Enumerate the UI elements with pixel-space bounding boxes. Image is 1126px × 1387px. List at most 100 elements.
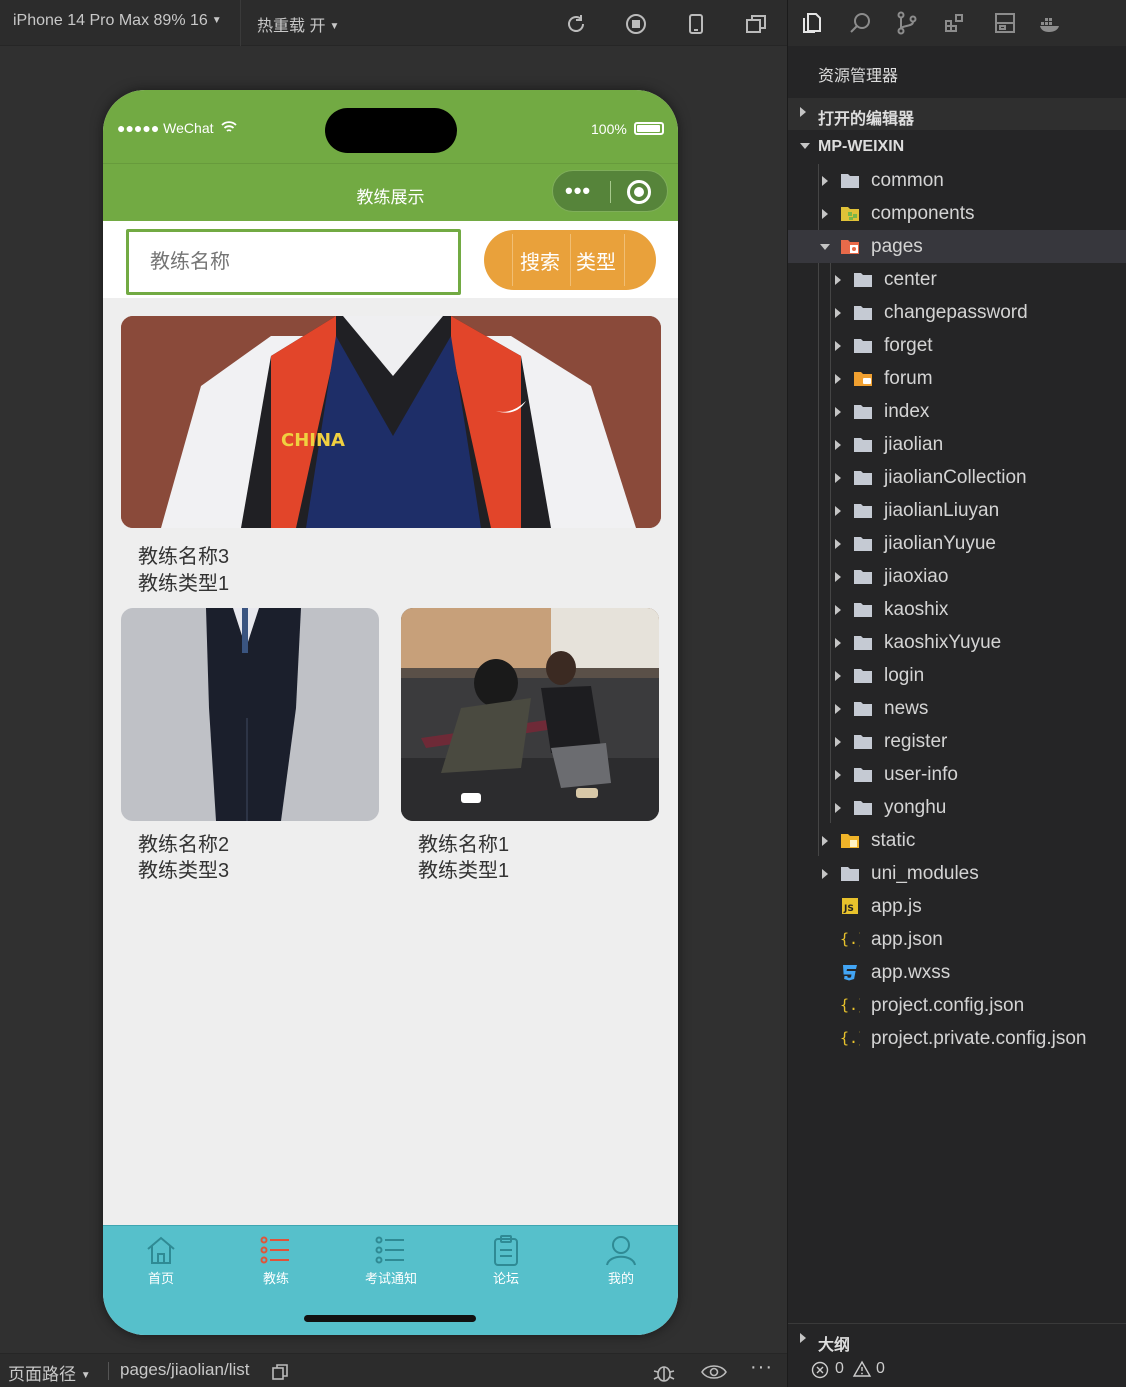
explorer-title: 资源管理器 [818,68,899,85]
files-icon[interactable] [800,11,824,35]
list-icon [260,1236,289,1264]
hot-reload-toggle[interactable]: 热重载 开 ▼ [257,12,339,36]
tab-label: 考试通知 [364,1271,417,1286]
coach-name: 教练名称2 [138,834,230,856]
tree-item-components[interactable]: components [788,197,1126,230]
tree-item-app-json[interactable]: {.} app.json [788,923,1126,956]
eye-icon[interactable] [701,1363,727,1381]
home-indicator [304,1315,476,1322]
tree-item-yonghu[interactable]: yonghu [788,791,1126,824]
tree-item-jiaolian[interactable]: jiaolian [788,428,1126,461]
search-icon[interactable] [848,11,872,35]
hot-reload-label: 热重载 开 [257,18,326,35]
tree-item-label: yonghu [884,797,947,818]
tab-label: 我的 [607,1271,634,1286]
folder-icon [854,471,872,485]
chevron-right-icon [822,176,828,186]
tab-exam-notice[interactable]: 考试通知 [346,1234,436,1294]
phone-frame: ●●●●● WeChat 100% 教练展示 ••• 搜索 类型 [103,90,678,1335]
tree-item-uni-modules[interactable]: uni_modules [788,857,1126,890]
stop-icon[interactable] [625,13,647,35]
copy-icon[interactable] [271,1363,289,1381]
tree-item-jiaoxiao[interactable]: jiaoxiao [788,560,1126,593]
tree-item-changepassword[interactable]: changepassword [788,296,1126,329]
more-icon[interactable]: ••• [565,180,591,202]
tree-item-project-private-config-json[interactable]: {.} project.private.config.json [788,1022,1126,1055]
folder-icon [854,669,872,683]
open-editors-section[interactable]: 打开的编辑器 [788,98,1126,130]
divider [624,234,625,286]
more-icon[interactable]: ··· [750,1356,773,1379]
search-type-button[interactable]: 搜索 类型 [484,230,656,290]
chevron-right-icon [835,407,841,417]
tree-item-app-js[interactable]: JS app.js [788,890,1126,923]
phone-icon[interactable] [685,13,707,35]
tree-item-kaoshixyuyue[interactable]: kaoshixYuyue [788,626,1126,659]
coach-card[interactable]: CHINA 教练名称3 教练类型1 [121,316,661,596]
docker-icon[interactable] [1038,11,1062,35]
tab-mine[interactable]: 我的 [576,1234,666,1294]
tree-item-index[interactable]: index [788,395,1126,428]
device-selector[interactable]: iPhone 14 Pro Max 89% 16 ▼ [13,12,222,30]
chevron-right-icon [800,1333,806,1343]
explorer-panel: 资源管理器 打开的编辑器 MP-WEIXIN common components p… [787,0,1126,1387]
tree-item-jiaolianyuyue[interactable]: jiaolianYuyue [788,527,1126,560]
tree-item-news[interactable]: news [788,692,1126,725]
storage-icon[interactable] [993,11,1017,35]
tab-forum[interactable]: 论坛 [461,1234,551,1294]
type-button-label[interactable]: 类型 [576,246,616,275]
warning-icon [852,1360,872,1377]
tree-item-jiaoliancollection[interactable]: jiaolianCollection [788,461,1126,494]
tree-item-label: common [871,170,944,191]
tree-item-login[interactable]: login [788,659,1126,692]
search-input[interactable] [126,229,461,295]
tree-item-user-info[interactable]: user-info [788,758,1126,791]
outline-section[interactable]: 大纲 [788,1323,1126,1355]
tree-item-common[interactable]: common [788,164,1126,197]
close-target-icon[interactable] [627,180,651,204]
page-path-dropdown[interactable]: 页面路径 ▼ [8,1360,91,1385]
refresh-icon[interactable] [565,13,587,35]
tab-home[interactable]: 首页 [116,1234,206,1294]
chevron-right-icon [835,638,841,648]
tree-item-jiaolianliuyan[interactable]: jiaolianLiuyan [788,494,1126,527]
chevron-right-icon [822,209,828,219]
tab-coach[interactable]: 教练 [231,1234,321,1294]
bug-icon[interactable] [652,1361,676,1383]
tree-item-register[interactable]: register [788,725,1126,758]
menu-capsule[interactable]: ••• [552,170,668,212]
tree-item-static[interactable]: static [788,824,1126,857]
coach-photo[interactable] [401,608,659,821]
search-button-label[interactable]: 搜索 [520,246,560,275]
coach-card[interactable]: 教练名称1 教练类型1 [401,608,659,883]
section-label: MP-WEIXIN [818,138,905,155]
problems-status[interactable]: 0 0 [788,1353,1126,1387]
warning-count: 0 [876,1360,885,1377]
tree-item-center[interactable]: center [788,263,1126,296]
divider [108,1362,109,1380]
simulator-bottom-bar: 页面路径 ▼ pages/jiaolian/list ··· [0,1353,787,1387]
home-icon [147,1236,175,1264]
tree-item-project-config-json[interactable]: {.} project.config.json [788,989,1126,1022]
project-section[interactable]: MP-WEIXIN [788,131,1126,163]
chevron-right-icon [835,506,841,516]
source-control-icon[interactable] [895,11,919,35]
coach-photo[interactable]: CHINA [121,316,661,528]
coach-type: 教练类型3 [138,860,230,882]
tree-item-label: user-info [884,764,958,785]
coach-card[interactable]: 教练名称2 教练类型3 [121,608,379,883]
tree-item-forum[interactable]: forum [788,362,1126,395]
detach-window-icon[interactable] [745,13,767,35]
folder-icon [854,735,872,749]
coach-photo[interactable] [121,608,379,821]
folder-icon [854,405,872,419]
chevron-right-icon [835,275,841,285]
tree-item-kaoshix[interactable]: kaoshix [788,593,1126,626]
chevron-right-icon [835,704,841,714]
tree-item-pages[interactable]: pages [788,230,1126,263]
tree-item-forget[interactable]: forget [788,329,1126,362]
extensions-icon[interactable] [943,11,967,35]
svg-text:{.}: {.} [840,930,860,948]
tree-item-app-wxss[interactable]: app.wxss [788,956,1126,989]
chevron-right-icon [800,107,806,117]
